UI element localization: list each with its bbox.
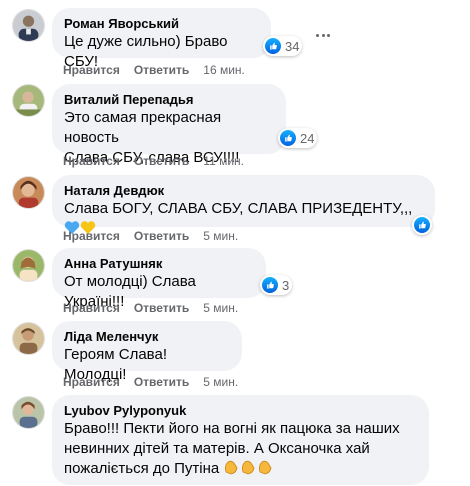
comment-author[interactable]: Виталий Перепадья <box>64 91 274 108</box>
more-options-icon[interactable] <box>313 28 333 42</box>
timestamp[interactable]: 5 мин. <box>203 375 238 389</box>
timestamp[interactable]: 11 мин. <box>203 154 244 168</box>
like-button[interactable]: Нравится <box>63 229 120 243</box>
comment-author[interactable]: Анна Ратушняк <box>64 255 254 272</box>
comment-actions: Нравится Ответить 16 мин. <box>63 62 245 78</box>
reply-button[interactable]: Ответить <box>134 375 189 389</box>
like-button[interactable]: Нравится <box>63 154 120 168</box>
clapping-hands <box>223 459 273 481</box>
comment-bubble: Наталя Девдюк Слава БОГУ, СЛАВА СБУ, СЛА… <box>52 175 435 234</box>
comment-actions: Нравится Ответить 5 мин. <box>63 374 238 390</box>
comment-actions: Нравится Ответить 5 мин. <box>63 228 238 244</box>
comment-bubble: Виталий Перепадья Это самая прекрасная н… <box>52 84 286 166</box>
reaction-count[interactable] <box>412 215 432 235</box>
comment-bubble: Lyubov Pylyponyuk Браво!!! Пекти його на… <box>52 395 429 485</box>
like-icon <box>280 130 296 146</box>
comment-actions: Нравится Ответить 11 мин. <box>63 153 244 169</box>
avatar[interactable] <box>12 176 45 209</box>
avatar[interactable] <box>12 322 45 355</box>
timestamp[interactable]: 16 мин. <box>203 63 245 77</box>
reaction-count[interactable]: 3 <box>260 275 293 295</box>
reaction-count[interactable]: 24 <box>278 128 318 148</box>
reply-button[interactable]: Ответить <box>134 154 189 168</box>
timestamp[interactable]: 5 мин. <box>203 229 238 243</box>
reply-button[interactable]: Ответить <box>134 301 189 315</box>
like-button[interactable]: Нравится <box>63 63 120 77</box>
like-icon <box>262 277 278 293</box>
reaction-count[interactable]: 34 <box>263 36 303 56</box>
avatar[interactable] <box>12 249 45 282</box>
reply-button[interactable]: Ответить <box>134 63 189 77</box>
comment-text: Браво!!! Пекти його на вогні як пацюка з… <box>64 419 417 481</box>
comment-bubble: Анна Ратушняк От молодці) Слава Україні!… <box>52 248 266 310</box>
avatar[interactable] <box>12 396 45 429</box>
like-button[interactable]: Нравится <box>63 301 120 315</box>
comment-bubble: Ліда Меленчук Героям Слава! Молодці! <box>52 321 242 383</box>
comment-author[interactable]: Ліда Меленчук <box>64 328 230 345</box>
like-icon <box>414 217 430 233</box>
comment-bubble: Роман Яворський Це дуже сильно) Браво СБ… <box>52 8 271 70</box>
avatar[interactable] <box>12 9 45 42</box>
comment-author[interactable]: Роман Яворський <box>64 15 259 32</box>
like-icon <box>265 38 281 54</box>
avatar[interactable] <box>12 84 45 117</box>
reply-button[interactable]: Ответить <box>134 229 189 243</box>
comment-author[interactable]: Наталя Девдюк <box>64 182 423 199</box>
comment-author[interactable]: Lyubov Pylyponyuk <box>64 402 417 419</box>
timestamp[interactable]: 5 мин. <box>203 301 238 315</box>
like-button[interactable]: Нравится <box>63 375 120 389</box>
comment-actions: Нравится Ответить 5 мин. <box>63 300 238 316</box>
